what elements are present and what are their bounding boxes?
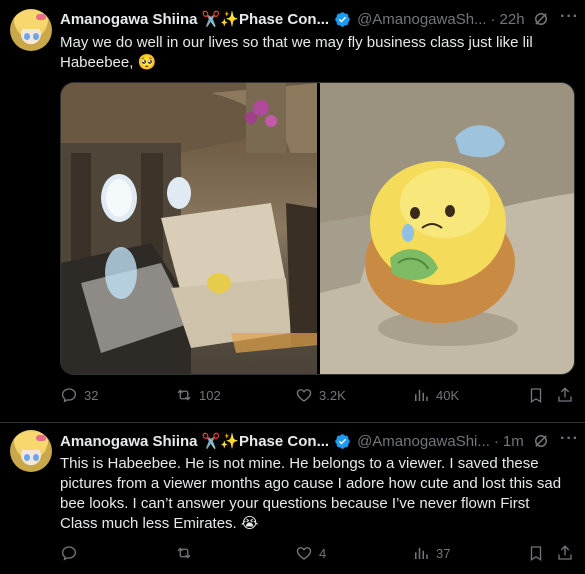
handle[interactable]: @AmanogawaSh... [357, 11, 486, 28]
tweet-text-line: Habeebee, 🥺 [60, 54, 157, 71]
tweet-text-line: This is Habeebee. He is not mine. He bel… [60, 455, 539, 472]
more-icon[interactable]: ··· [560, 430, 579, 448]
like-icon [296, 389, 312, 402]
bookmark-button[interactable] [527, 386, 545, 404]
tweet-text: May we do well in our lives so that we m… [60, 33, 575, 73]
timestamp[interactable]: 22h [500, 11, 525, 28]
reply-icon [61, 546, 77, 561]
reply-count: 32 [84, 387, 99, 403]
like-count: 4 [319, 545, 327, 561]
action-bar: 4 37 [60, 544, 580, 568]
views-count: 37 [436, 545, 451, 561]
views-count: 40K [436, 387, 460, 403]
tweet-text-line: May we do well in our lives so that we m… [60, 34, 533, 51]
tweet-header: Amanogawa Shiina ✂️✨Phase Con... @Amanog… [60, 430, 524, 452]
reply-icon [61, 388, 77, 403]
retweet-button[interactable] [175, 544, 199, 562]
retweet-button[interactable]: 102 [175, 386, 221, 404]
share-button[interactable] [556, 386, 574, 404]
media-photo-plush[interactable] [320, 83, 574, 374]
action-bar: 32 102 3.2K 40K [60, 386, 580, 410]
views-button[interactable]: 40K [412, 386, 459, 404]
views-icon [415, 389, 428, 401]
tweet-text-line: bee looks. I can’t answer your questions… [60, 495, 530, 512]
grok-icon[interactable] [532, 432, 550, 450]
retweet-count: 102 [199, 387, 221, 403]
verified-icon [335, 11, 350, 27]
like-button[interactable]: 3.2K [295, 386, 346, 404]
tweet-text: This is Habeebee. He is not mine. He bel… [60, 454, 575, 534]
display-name[interactable]: Amanogawa Shiina ✂️✨Phase Con... [60, 432, 329, 450]
like-icon [296, 547, 312, 560]
media-photo-cabin[interactable] [61, 83, 317, 374]
reply-button[interactable]: 32 [60, 386, 98, 404]
share-icon [558, 387, 572, 402]
tweet-2[interactable]: Amanogawa Shiina ✂️✨Phase Con... @Amanog… [0, 422, 585, 574]
tweet-1[interactable]: Amanogawa Shiina ✂️✨Phase Con... @Amanog… [0, 0, 585, 422]
verified-icon [335, 433, 350, 449]
tweet-text-line: pictures from a viewer months ago cause … [60, 475, 562, 492]
bookmark-icon [530, 388, 542, 404]
tweet-text-line: Class much less Emirates. 😭 [60, 515, 259, 532]
views-button[interactable]: 37 [412, 544, 450, 562]
avatar[interactable] [10, 9, 52, 51]
retweet-icon [177, 547, 191, 559]
bookmark-button[interactable] [527, 544, 545, 562]
reply-button[interactable] [60, 544, 84, 562]
views-icon [415, 547, 428, 559]
bookmark-icon [530, 546, 542, 562]
like-count: 3.2K [319, 387, 346, 403]
retweet-icon [177, 389, 191, 401]
share-icon [558, 545, 572, 560]
display-name[interactable]: Amanogawa Shiina ✂️✨Phase Con... [60, 10, 329, 28]
more-icon[interactable]: ··· [560, 8, 579, 26]
grok-icon[interactable] [532, 10, 550, 28]
timestamp[interactable]: 1m [503, 433, 524, 450]
media-grid[interactable] [60, 82, 575, 375]
share-button[interactable] [556, 544, 574, 562]
separator-dot: · [490, 10, 496, 28]
like-button[interactable]: 4 [295, 544, 326, 562]
separator-dot: · [493, 432, 499, 450]
avatar[interactable] [10, 430, 52, 472]
handle[interactable]: @AmanogawaShi... [357, 433, 490, 450]
tweet-header: Amanogawa Shiina ✂️✨Phase Con... @Amanog… [60, 8, 525, 30]
